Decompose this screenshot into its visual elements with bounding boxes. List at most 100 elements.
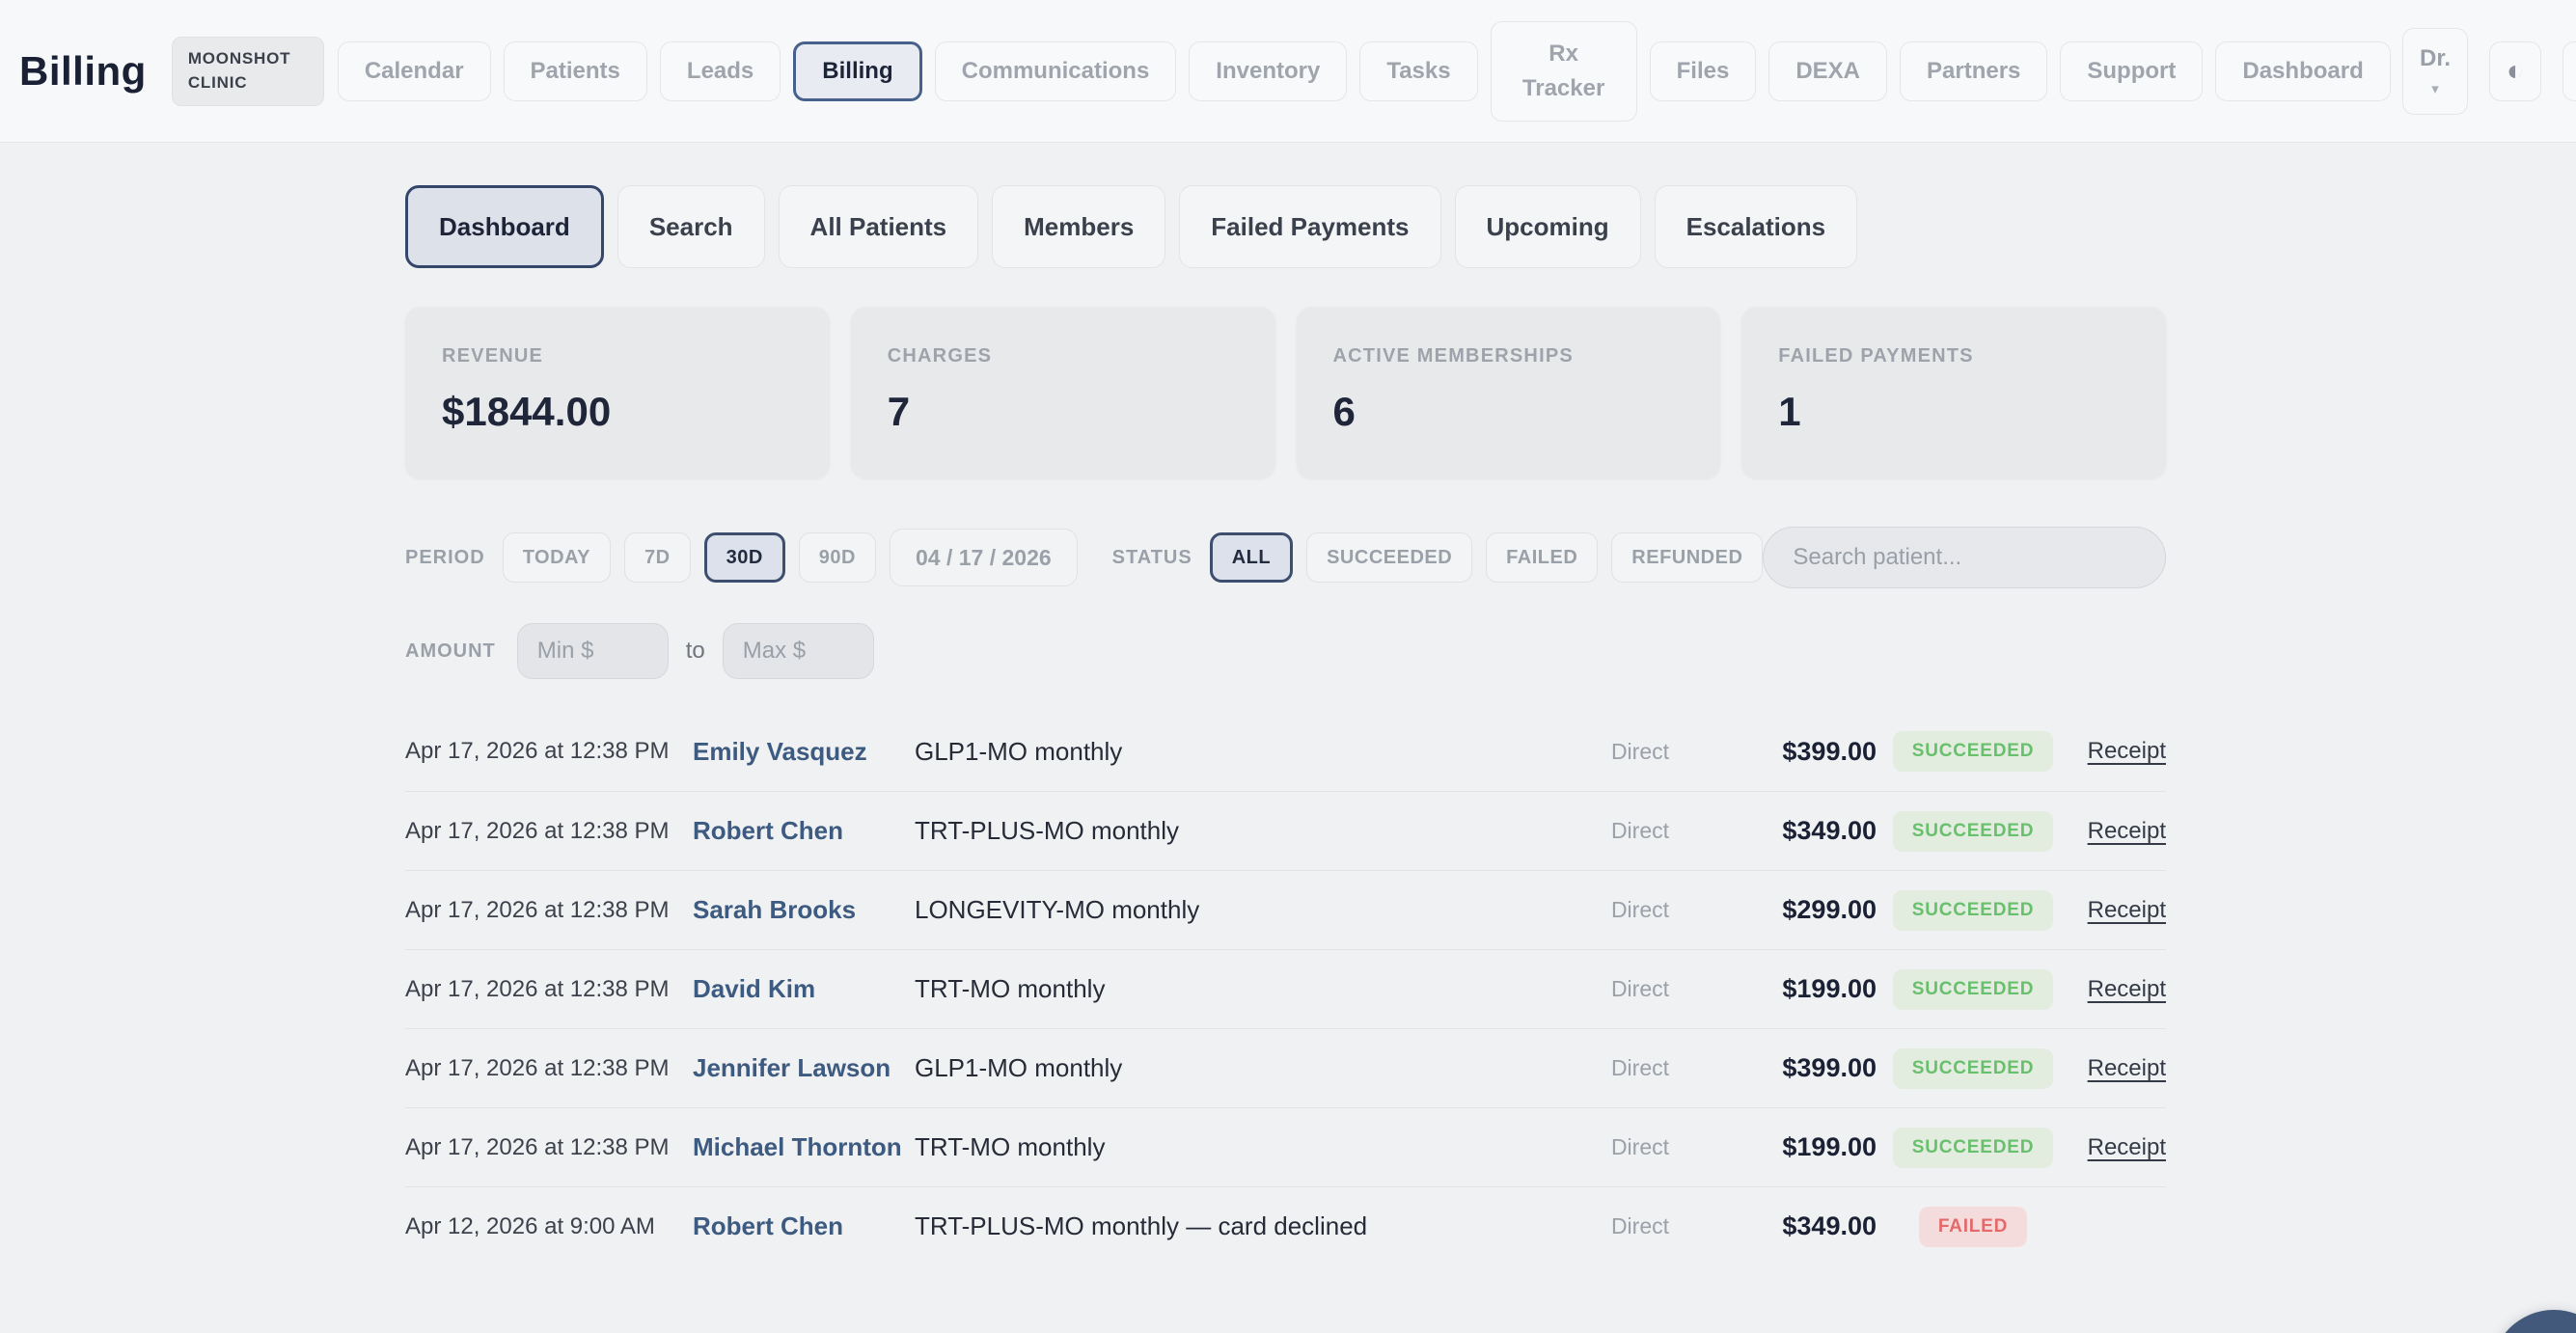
tab-escalations[interactable]: Escalations	[1655, 185, 1858, 268]
tab-search[interactable]: Search	[617, 185, 765, 268]
billing-subtabs: Dashboard Search All Patients Members Fa…	[405, 185, 2166, 268]
half-circle-icon: ◐	[2507, 55, 2524, 88]
main-nav: Calendar Patients Leads Billing Communic…	[338, 21, 2391, 122]
patient-search-box	[1763, 527, 2166, 588]
transaction-date: Apr 17, 2026 at 12:38 PM	[405, 976, 693, 1003]
header-right-group: Dr. ▾ ◐	[2402, 28, 2576, 115]
nav-item-billing[interactable]: Billing	[793, 41, 921, 101]
patient-link[interactable]: Emily Vasquez	[693, 737, 915, 767]
nav-item-support[interactable]: Support	[2060, 41, 2203, 101]
search-input[interactable]	[1793, 544, 2136, 571]
nav-item-leads[interactable]: Leads	[660, 41, 781, 101]
stat-label: ACTIVE MEMBERSHIPS	[1333, 345, 1685, 367]
status-all-button[interactable]: ALL	[1210, 532, 1293, 583]
nav-item-communications[interactable]: Communications	[935, 41, 1177, 101]
transaction-description: GLP1-MO monthly	[915, 1053, 1563, 1083]
chevron-down-icon: ▾	[2431, 80, 2439, 97]
transaction-amount: $349.00	[1669, 1211, 1877, 1241]
nav-item-rx-tracker[interactable]: Rx Tracker	[1491, 21, 1637, 122]
clinic-switcher-button[interactable]: MOONSHOT CLINIC	[172, 37, 324, 106]
patient-link[interactable]: Michael Thornton	[693, 1132, 915, 1162]
period-30d-button[interactable]: 30D	[704, 532, 785, 583]
status-badge: FAILED	[1919, 1207, 2027, 1247]
period-today-button[interactable]: TODAY	[503, 532, 611, 583]
nav-item-files[interactable]: Files	[1650, 41, 1757, 101]
receipt-link[interactable]: Receipt	[2088, 1134, 2166, 1160]
status-badge: SUCCEEDED	[1893, 890, 2054, 931]
status-badge: SUCCEEDED	[1893, 1048, 2054, 1089]
transaction-amount: $199.00	[1669, 1132, 1877, 1162]
status-refunded-button[interactable]: REFUNDED	[1611, 532, 1763, 583]
patient-link[interactable]: Robert Chen	[693, 816, 915, 846]
payment-method: Direct	[1563, 739, 1669, 765]
nav-item-partners[interactable]: Partners	[1900, 41, 2047, 101]
user-menu-button[interactable]: Dr. ▾	[2402, 28, 2468, 115]
stat-label: CHARGES	[888, 345, 1239, 367]
transaction-date: Apr 17, 2026 at 12:38 PM	[405, 818, 693, 845]
patient-link[interactable]: Sarah Brooks	[693, 895, 915, 925]
patient-link[interactable]: Robert Chen	[693, 1211, 915, 1241]
transaction-date: Apr 17, 2026 at 12:38 PM	[405, 1055, 693, 1082]
receipt-link[interactable]: Receipt	[2088, 1055, 2166, 1081]
transaction-amount: $199.00	[1669, 974, 1877, 1004]
nav-item-dexa[interactable]: DEXA	[1768, 41, 1887, 101]
floating-action-button[interactable]	[2491, 1310, 2576, 1333]
tab-members[interactable]: Members	[992, 185, 1165, 268]
date-input[interactable]: 04 / 17 / 2026	[890, 529, 1078, 586]
receipt-link[interactable]: Receipt	[2088, 976, 2166, 1002]
transaction-date: Apr 12, 2026 at 9:00 AM	[405, 1213, 693, 1240]
transaction-date: Apr 17, 2026 at 12:38 PM	[405, 897, 693, 924]
status-failed-button[interactable]: FAILED	[1486, 532, 1598, 583]
page-title: Billing	[19, 48, 147, 95]
nav-item-inventory[interactable]: Inventory	[1189, 41, 1347, 101]
amount-label: AMOUNT	[405, 640, 496, 663]
nav-item-dashboard[interactable]: Dashboard	[2215, 41, 2390, 101]
patient-link[interactable]: David Kim	[693, 974, 915, 1004]
nav-item-calendar[interactable]: Calendar	[338, 41, 491, 101]
stat-card-revenue: REVENUE $1844.00	[405, 307, 830, 478]
receipt-link[interactable]: Receipt	[2088, 738, 2166, 764]
tab-upcoming[interactable]: Upcoming	[1455, 185, 1641, 268]
table-row: Apr 17, 2026 at 12:38 PM Michael Thornto…	[405, 1107, 2166, 1186]
transactions-table: Apr 17, 2026 at 12:38 PM Emily Vasquez G…	[405, 712, 2166, 1265]
clinic-name-line1: MOONSHOT	[188, 49, 291, 68]
stat-card-active-memberships: ACTIVE MEMBERSHIPS 6	[1297, 307, 1721, 478]
filters-bar: PERIOD TODAY 7D 30D 90D 04 / 17 / 2026 S…	[405, 527, 2166, 588]
min-amount-input[interactable]	[517, 623, 669, 679]
theme-toggle-button[interactable]: ◐	[2489, 41, 2541, 101]
stat-label: REVENUE	[442, 345, 793, 367]
table-row: Apr 17, 2026 at 12:38 PM Robert Chen TRT…	[405, 791, 2166, 870]
table-row: Apr 17, 2026 at 12:38 PM Emily Vasquez G…	[405, 712, 2166, 791]
table-row: Apr 12, 2026 at 9:00 AM Robert Chen TRT-…	[405, 1186, 2166, 1265]
receipt-link[interactable]: Receipt	[2088, 818, 2166, 844]
nav-item-tasks[interactable]: Tasks	[1359, 41, 1477, 101]
transaction-description: GLP1-MO monthly	[915, 737, 1563, 767]
payment-method: Direct	[1563, 976, 1669, 1002]
stat-card-failed-payments: FAILED PAYMENTS 1	[1741, 307, 2166, 478]
edge-partial-button[interactable]	[2562, 41, 2576, 101]
table-row: Apr 17, 2026 at 12:38 PM Sarah Brooks LO…	[405, 870, 2166, 949]
stat-card-charges: CHARGES 7	[851, 307, 1275, 478]
stat-label: FAILED PAYMENTS	[1778, 345, 2129, 367]
status-succeeded-button[interactable]: SUCCEEDED	[1306, 532, 1472, 583]
tab-all-patients[interactable]: All Patients	[779, 185, 979, 268]
patient-link[interactable]: Jennifer Lawson	[693, 1053, 915, 1083]
tab-dashboard[interactable]: Dashboard	[405, 185, 604, 268]
receipt-link[interactable]: Receipt	[2088, 897, 2166, 923]
stats-cards: REVENUE $1844.00 CHARGES 7 ACTIVE MEMBER…	[405, 307, 2166, 478]
payment-method: Direct	[1563, 897, 1669, 923]
payment-method: Direct	[1563, 1134, 1669, 1160]
stat-value: 1	[1778, 389, 2129, 435]
max-amount-input[interactable]	[723, 623, 874, 679]
status-label: STATUS	[1112, 547, 1192, 569]
period-90d-button[interactable]: 90D	[799, 532, 876, 583]
tab-failed-payments[interactable]: Failed Payments	[1179, 185, 1440, 268]
nav-item-patients[interactable]: Patients	[504, 41, 647, 101]
user-menu-label: Dr.	[2420, 45, 2451, 72]
amount-filter: AMOUNT to	[405, 623, 2166, 679]
period-7d-button[interactable]: 7D	[624, 532, 691, 583]
transaction-description: TRT-MO monthly	[915, 974, 1563, 1004]
transaction-date: Apr 17, 2026 at 12:38 PM	[405, 738, 693, 765]
stat-value: 6	[1333, 389, 1685, 435]
clinic-name-line2: CLINIC	[188, 73, 247, 92]
